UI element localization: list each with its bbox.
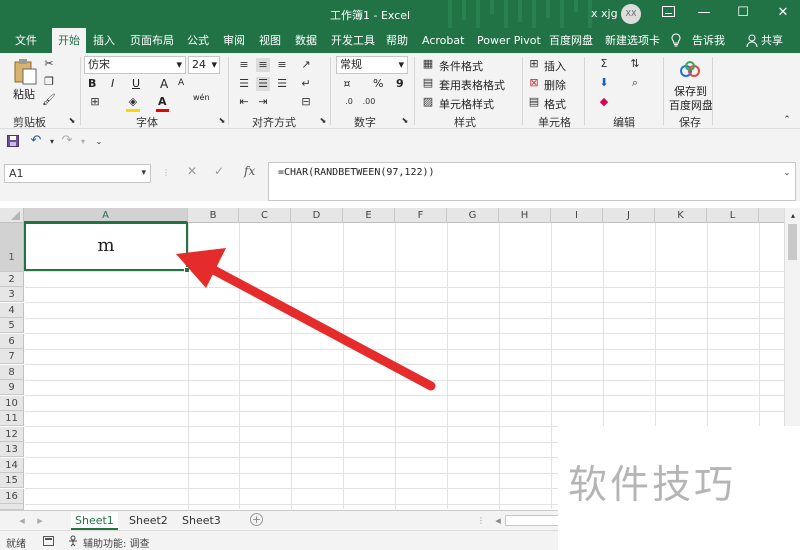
sheet-tab-sheet1[interactable]: Sheet1 bbox=[71, 512, 118, 530]
sheet-tab-sheet3[interactable]: Sheet3 bbox=[178, 512, 225, 530]
add-sheet-icon[interactable]: + bbox=[250, 513, 263, 526]
ready-status: 就绪 bbox=[6, 539, 26, 550]
macro-record-icon[interactable] bbox=[43, 536, 54, 546]
scroll-left-icon[interactable]: ◂ bbox=[15, 514, 29, 528]
accessibility-icon bbox=[69, 535, 77, 547]
watermark: 软件技巧 bbox=[558, 426, 800, 550]
accessibility-status[interactable]: 辅助功能: 调查 bbox=[83, 535, 150, 550]
sheet-tab-sheet2[interactable]: Sheet2 bbox=[125, 512, 172, 530]
more-sheets-icon[interactable]: ⋮ bbox=[474, 514, 488, 528]
hscroll-left-icon[interactable]: ◂ bbox=[491, 514, 505, 528]
horizontal-scrollbar[interactable] bbox=[505, 515, 565, 526]
scroll-right-icon[interactable]: ▸ bbox=[33, 514, 47, 528]
